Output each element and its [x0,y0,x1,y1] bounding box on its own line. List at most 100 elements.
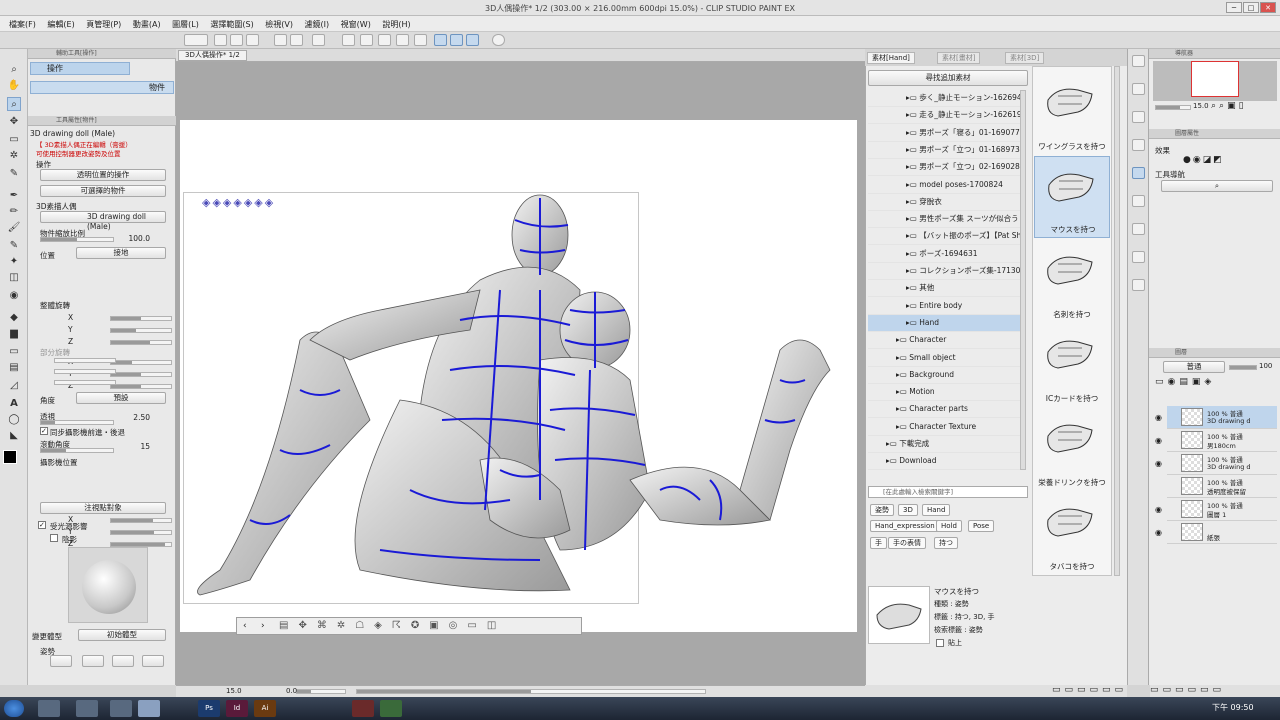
tree-scrollbar[interactable] [1020,90,1026,470]
blend-icon[interactable]: ◉ [7,289,21,303]
material-folder[interactable]: ▸▭ 男ポーズ「立つ」01-1689737 [868,142,1020,159]
launcher-icons[interactable]: ▤✥⌘✲☖◈☈✪▣◎▭◫ [279,620,579,633]
new-file-icon[interactable] [214,34,227,46]
material-folder[interactable]: ▸▭ Character [868,332,1020,350]
opacity-slider[interactable] [1229,365,1257,370]
close-button[interactable]: ✕ [1260,2,1276,13]
redo-icon[interactable] [290,34,303,46]
cam-slider[interactable] [110,518,172,523]
scale-value[interactable]: 100.0 [124,234,150,243]
ruler-snap-icon[interactable] [434,34,447,46]
invert-icon[interactable] [414,34,427,46]
perspective-slider[interactable] [40,420,114,425]
material-thumbnail[interactable]: ICカードを持つ [1034,324,1110,406]
material-folder[interactable]: ▸▭ 其他 [868,280,1020,298]
eye-icon[interactable]: ◉ [1155,459,1162,468]
hand-tool-icon[interactable]: ✋ [7,79,21,93]
target-button[interactable]: 注視點對象 [40,502,166,514]
material-folder[interactable]: ▸▭ ポーズ-1694631 [868,246,1020,263]
material-folder[interactable]: ▸▭ Entire body [868,298,1020,315]
text-tool-icon[interactable]: A [7,397,21,411]
material-thumbnail[interactable]: 栄養ドリンクを持つ [1034,408,1110,490]
navigator-icon[interactable] [1132,55,1145,67]
material-thumbnail[interactable]: ワイングラスを持つ [1034,72,1110,154]
3d-dolls-figure[interactable] [180,190,850,610]
eyedropper-icon[interactable]: ✎ [7,167,21,181]
info-icon[interactable] [1132,111,1145,123]
selection-icon[interactable]: ▭ [7,133,21,147]
task-acrobat-icon[interactable] [352,700,374,717]
menu-window[interactable]: 視窗(W) [341,19,371,30]
correct-line-icon[interactable]: ◣ [7,429,21,443]
tab-material-paint[interactable]: 素材[畫材] [937,52,981,64]
transform-icon[interactable] [312,34,325,46]
material-2-icon[interactable] [1132,195,1145,207]
effect-icons[interactable]: ●◉◪◩ [1183,155,1273,167]
auto-select-icon[interactable]: ✲ [7,149,21,163]
material-folder[interactable]: ▸▭ 穿脫衣 [868,194,1020,211]
next-icon[interactable]: › [261,621,265,631]
menu-file[interactable]: 檔案(F) [9,19,36,30]
brush-icon[interactable]: 🖌 [7,221,21,235]
eye-icon[interactable]: ◉ [1155,505,1162,514]
nav-buttons[interactable]: ⌕⌕▣▯ [1211,101,1247,111]
material-folder[interactable]: ▸▭ Download [868,453,1020,471]
menu-page[interactable]: 頁管理(P) [86,19,121,30]
tag-te[interactable]: 手 [870,537,887,549]
tag-hold[interactable]: Hold [936,520,962,532]
special-ruler-snap-icon[interactable] [450,34,463,46]
pencil-icon[interactable]: ✏ [7,205,21,219]
save-icon[interactable] [246,34,259,46]
layer-row[interactable]: 100 % 普通 透明度被保留 [1167,475,1277,498]
gradient-icon[interactable]: ▆ [7,327,21,341]
decoration-icon[interactable]: ✦ [7,255,21,269]
help-icon[interactable] [492,34,505,46]
navigator-preview[interactable] [1153,61,1277,101]
selectable-object-select[interactable]: 可選擇的物件 [40,185,166,197]
preset-button[interactable]: 預設 [76,392,166,404]
layer-row[interactable]: ◉ 100 % 普通 3D drawing d [1155,406,1277,429]
material-5-icon[interactable] [1132,279,1145,291]
task-app-icon[interactable] [110,700,132,717]
task-csp-icon[interactable] [76,700,98,717]
tab-material-hand[interactable]: 素材[Hand] [867,52,915,64]
task-illustrator-icon[interactable]: Ai [254,700,276,717]
part-slider-2[interactable] [54,369,116,374]
scale-slider[interactable] [40,237,114,242]
material-folder[interactable]: ▸▭ Motion [868,384,1020,402]
init-shape-button[interactable]: 初始體型 [78,629,166,641]
material-folder[interactable]: ▸▭ Hand [868,314,1020,332]
material-folder[interactable]: ▸▭ コレクションポーズ集-1713086 [868,263,1020,280]
fill-tool-icon[interactable]: ◆ [7,311,21,325]
doll-select[interactable]: 3D drawing doll (Male) [40,211,166,231]
rot-slider[interactable] [110,360,172,365]
shadow-checkbox[interactable] [50,534,58,542]
pose-icon-3[interactable] [112,655,134,667]
zoom-slider[interactable] [296,689,346,694]
eraser-icon[interactable]: ◫ [7,271,21,285]
material-folder[interactable]: ▸▭ Background [868,367,1020,384]
material-folder[interactable]: ▸▭ 男性ポーズ集 スーツが似合う [868,211,1020,229]
deselect-icon[interactable] [396,34,409,46]
crop-icon[interactable] [378,34,391,46]
sync-checkbox[interactable]: ✓ [40,427,48,435]
menu-edit[interactable]: 編輯(E) [47,19,74,30]
subtool-operation[interactable]: 操作 [30,62,130,75]
nav-zoom-value[interactable]: 15.0 [1193,102,1209,110]
eye-icon[interactable]: ◉ [1155,413,1162,422]
tag-search-input[interactable]: [在此處輸入檢索關鍵字] [868,486,1028,498]
opacity-value[interactable]: 100 [1259,362,1272,370]
roll-slider[interactable] [40,448,114,453]
eye-icon[interactable]: ◉ [1155,436,1162,445]
paste-checkbox[interactable] [936,639,944,647]
operation-tool-icon[interactable]: ⌕ [7,97,21,111]
task-photoshop-icon[interactable]: Ps [198,700,220,717]
clear-icon[interactable] [342,34,355,46]
grid-snap-icon[interactable] [466,34,479,46]
tag-te-no-hyoujou[interactable]: 手の表情 [888,537,926,549]
pose-icon-1[interactable] [50,655,72,667]
zoom-tool-icon[interactable]: ⌕ [7,63,21,77]
history-icon[interactable] [1132,139,1145,151]
light-checkbox[interactable]: ✓ [38,521,46,529]
start-button[interactable] [4,700,24,717]
